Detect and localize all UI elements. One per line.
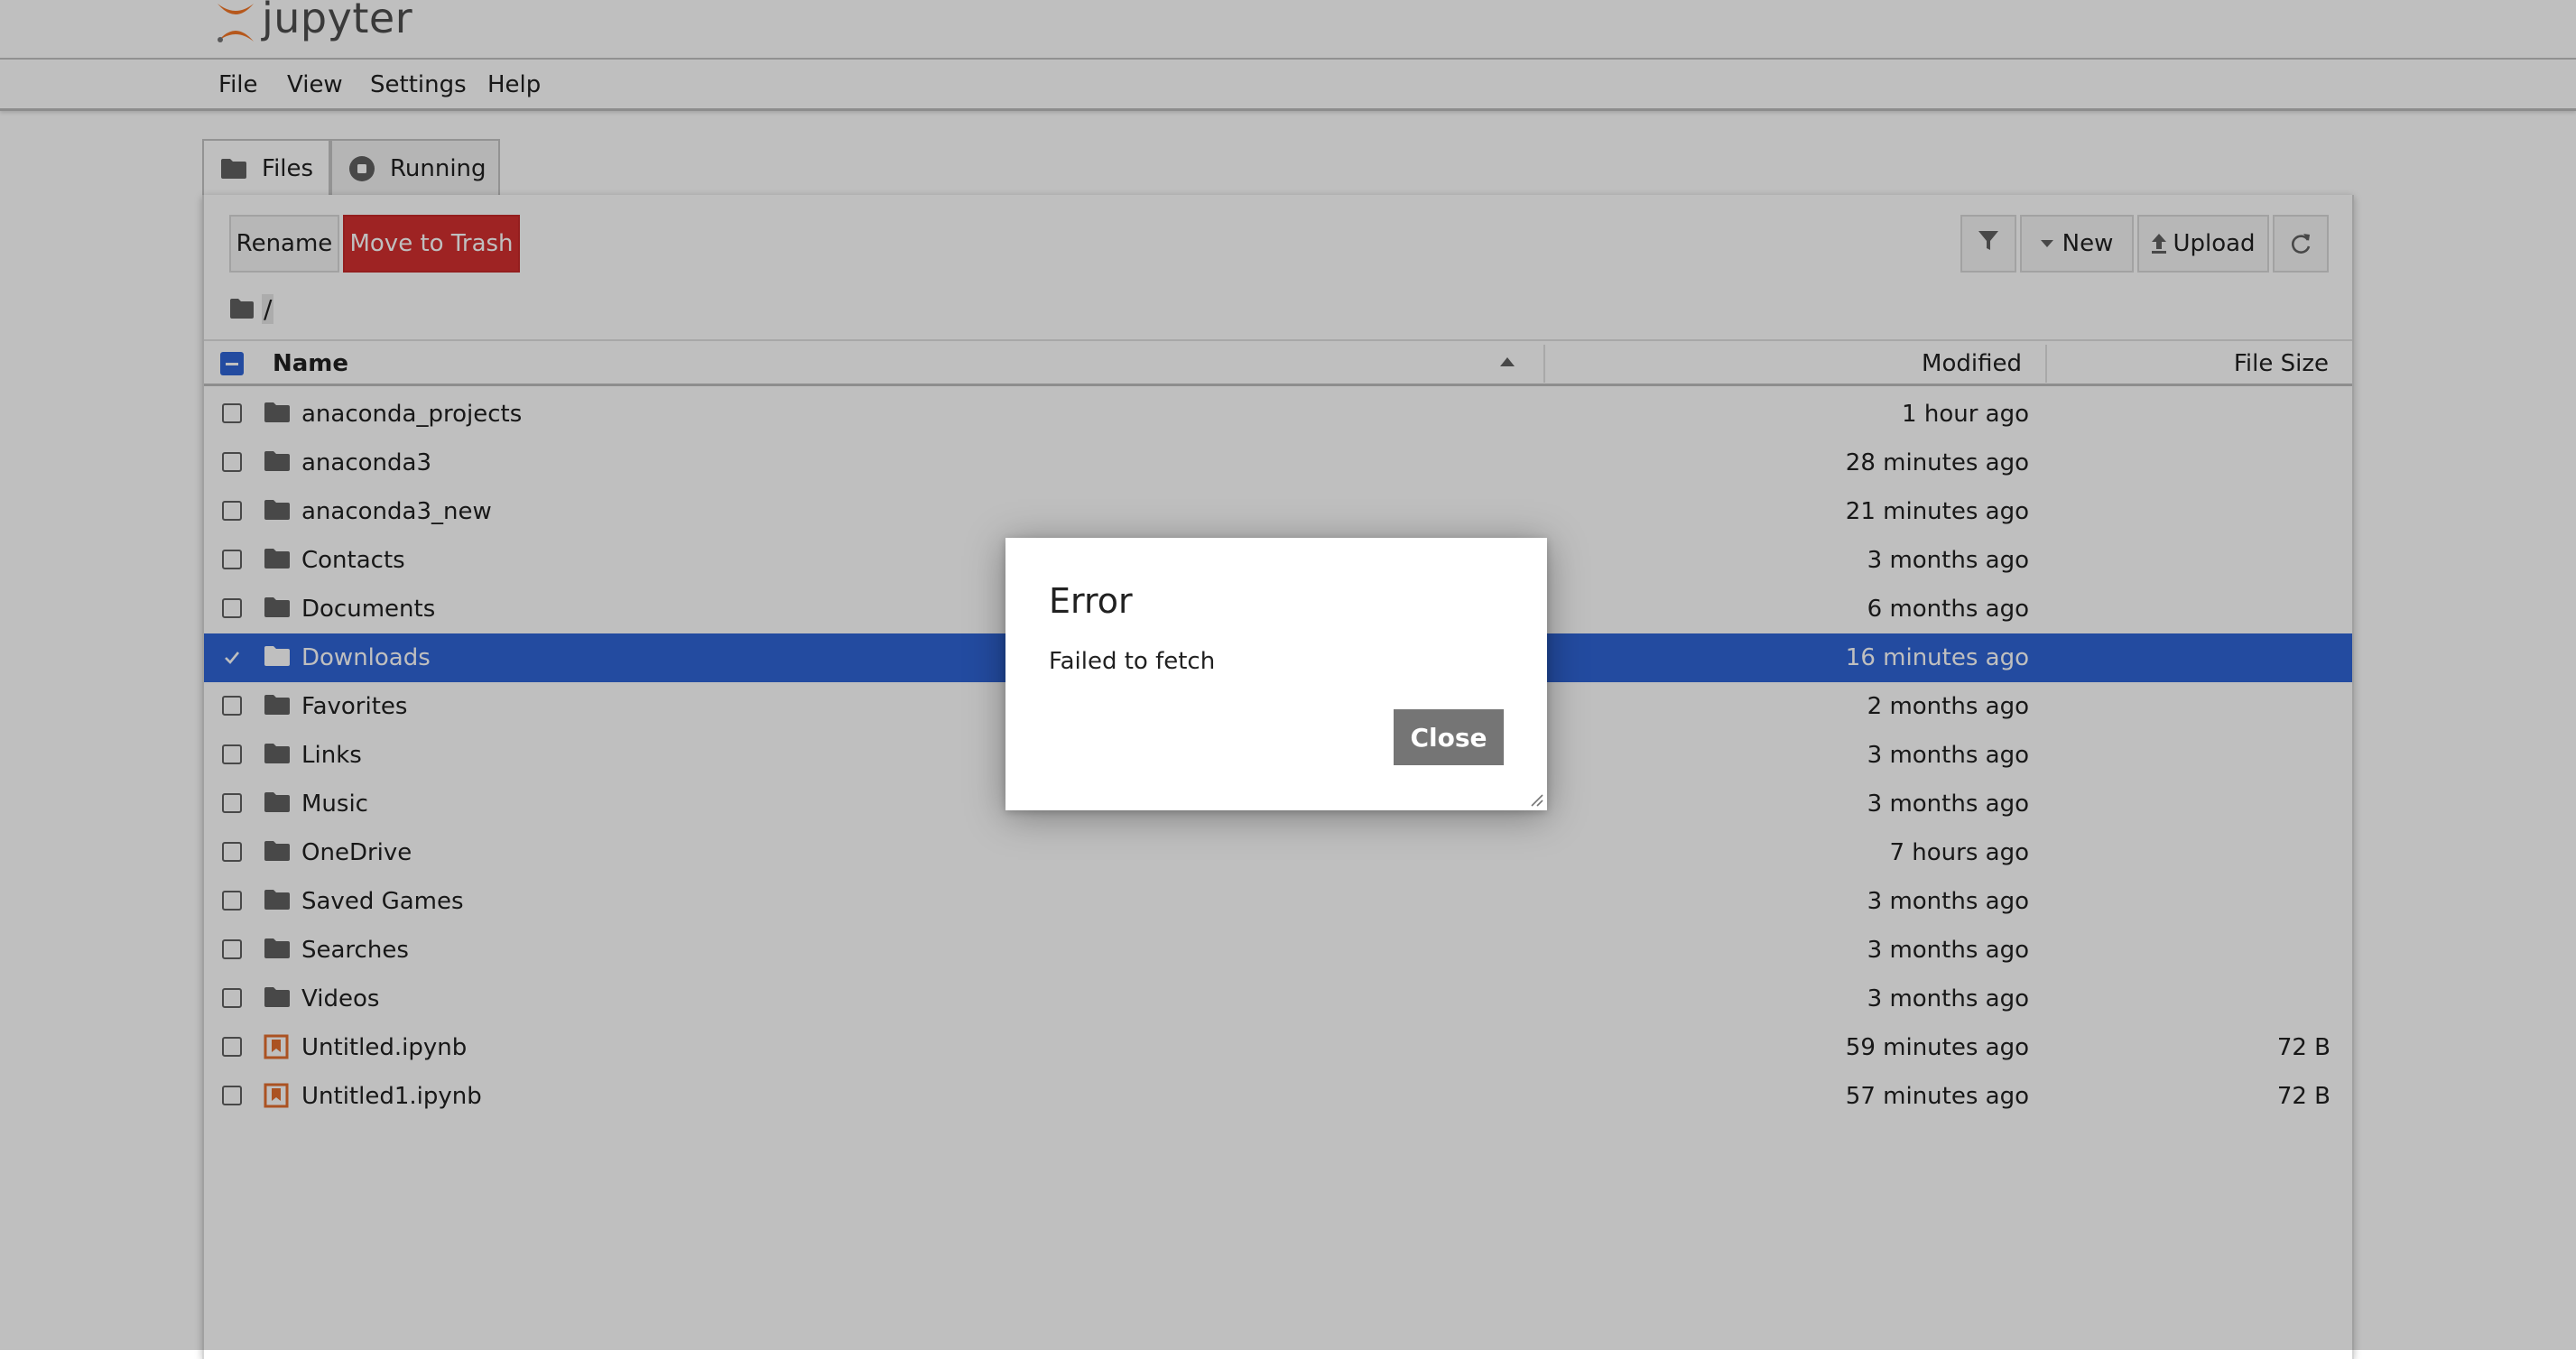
resize-handle-icon[interactable] — [1529, 792, 1543, 807]
close-button[interactable]: Close — [1394, 709, 1504, 765]
close-label: Close — [1410, 722, 1487, 753]
dialog-title: Error — [1049, 581, 1133, 621]
jupyter-app: jupyter File View Settings Help Files Ru… — [0, 0, 2576, 1359]
dialog-message: Failed to fetch — [1049, 648, 1216, 675]
error-dialog: Error Failed to fetch Close — [1005, 538, 1547, 810]
